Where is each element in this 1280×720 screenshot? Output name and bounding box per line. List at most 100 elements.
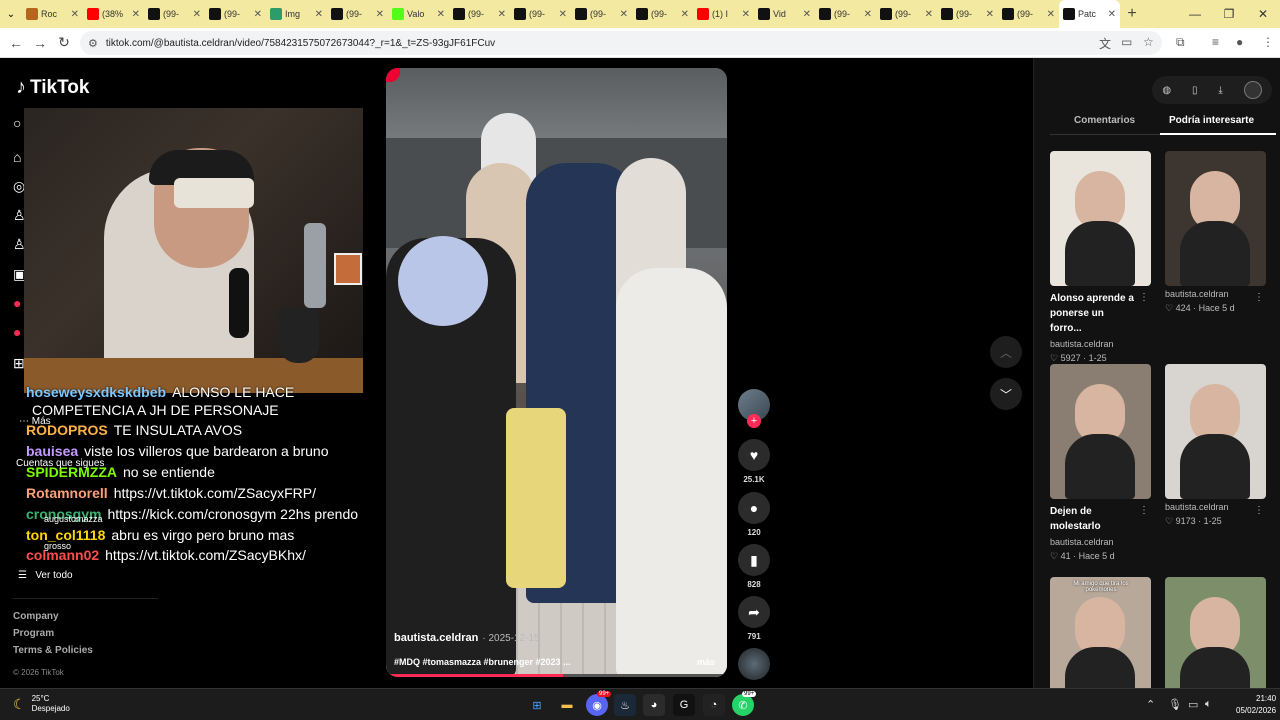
forward-button[interactable]: → — [28, 35, 52, 51]
card-author[interactable]: bautista.celdran — [1165, 502, 1266, 512]
close-window-button[interactable]: ✕ — [1246, 7, 1280, 21]
activity-icon[interactable]: ● — [13, 324, 21, 340]
browser-tab[interactable]: Img ✕ — [266, 0, 327, 28]
tab-search-button[interactable]: ⌄ — [0, 0, 22, 28]
browser-tab[interactable]: (99- ✕ — [998, 0, 1059, 28]
close-tab-icon[interactable]: ✕ — [254, 9, 262, 20]
card-title[interactable]: Dejen de molestarlo — [1050, 504, 1138, 534]
maximize-button[interactable]: ❐ — [1212, 7, 1246, 21]
browser-tab[interactable]: (99- ✕ — [632, 0, 693, 28]
volume-icon[interactable]: 🔈︎ — [1205, 698, 1212, 711]
extensions-icon[interactable]: ⧉ — [1176, 35, 1185, 50]
recommended-video-card[interactable]: Dejen de molestarlo bautista.celdran ♡ 41 … — [1050, 364, 1151, 562]
video-thumbnail[interactable] — [1165, 151, 1266, 286]
like-button[interactable]: ♥ 25.1K — [738, 439, 770, 484]
browser-tab[interactable]: (99- ✕ — [510, 0, 571, 28]
system-clock[interactable]: 21:40 05/02/2026 — [1236, 693, 1276, 717]
home-icon[interactable]: ⌂ — [13, 149, 21, 165]
close-tab-icon[interactable]: ✕ — [1108, 9, 1116, 20]
download-icon[interactable]: ⤓ — [1218, 85, 1222, 96]
user-avatar[interactable] — [1243, 81, 1262, 99]
tray-overflow-icon[interactable]: ⌃ — [1146, 698, 1155, 711]
compass-icon[interactable]: ◍ — [1162, 85, 1171, 96]
video-thumbnail[interactable] — [1050, 151, 1151, 286]
close-tab-icon[interactable]: ✕ — [620, 9, 628, 20]
comment-button[interactable]: ● 120 — [738, 492, 770, 537]
obs-icon[interactable]: ◔ — [703, 694, 725, 716]
bookmark-star-icon[interactable]: ☆ — [1143, 35, 1154, 49]
file-explorer-icon[interactable]: ▬ — [556, 694, 578, 716]
video-progress-bar[interactable] — [386, 674, 727, 677]
reading-list-icon[interactable]: ≡ — [1212, 35, 1219, 49]
recommended-video-card[interactable]: bautista.celdran ♡ 424 · Hace 5 d ⋮ — [1165, 151, 1266, 314]
video-thumbnail[interactable] — [1050, 364, 1151, 499]
save-button[interactable]: ▮ 828 — [738, 544, 770, 589]
upload-icon[interactable]: ⊞ — [13, 355, 25, 372]
browser-tab[interactable]: (99- ✕ — [937, 0, 998, 28]
browser-tab[interactable]: (99- ✕ — [327, 0, 388, 28]
address-bar[interactable]: ⚙ tiktok.com/@bautista.celdran/video/758… — [80, 31, 1162, 55]
video-author-name[interactable]: bautista.celdran — [394, 632, 478, 644]
cast-icon[interactable]: ▭ — [1121, 35, 1132, 49]
reload-button[interactable]: ↻ — [52, 34, 76, 51]
card-author[interactable]: bautista.celdran — [1050, 537, 1151, 547]
card-more-icon[interactable]: ⋮ — [1139, 505, 1149, 516]
microphone-tray-icon[interactable]: 🎙︎ — [1168, 698, 1182, 711]
translate-icon[interactable]: 文 — [1099, 35, 1111, 52]
close-tab-icon[interactable]: ✕ — [925, 9, 933, 20]
browser-tab[interactable]: Patc ✕ — [1059, 0, 1120, 28]
browser-tab[interactable]: (99- ✕ — [205, 0, 266, 28]
share-button[interactable]: ➦ 791 — [738, 596, 770, 641]
recommended-video-card[interactable]: Alonso aprende a ponerse un forro... baut… — [1050, 151, 1151, 364]
follow-plus-button[interactable]: + — [747, 414, 761, 428]
card-more-icon[interactable]: ⋮ — [1254, 292, 1264, 303]
chrome-icon[interactable]: ◕ — [643, 694, 665, 716]
browser-tab[interactable]: (99- ✕ — [449, 0, 510, 28]
browser-tab[interactable]: (99- ✕ — [571, 0, 632, 28]
browser-tab[interactable]: Vid ✕ — [754, 0, 815, 28]
browser-tab[interactable]: (99- ✕ — [144, 0, 205, 28]
browser-tab[interactable]: Roc ✕ — [22, 0, 83, 28]
close-tab-icon[interactable]: ✕ — [681, 9, 689, 20]
see-all-link[interactable]: ☰ Ver todo — [18, 570, 73, 581]
sidebar-account-grosso[interactable]: grosso — [44, 541, 71, 551]
close-tab-icon[interactable]: ✕ — [864, 9, 872, 20]
close-tab-icon[interactable]: ✕ — [132, 9, 140, 20]
music-disc-icon[interactable] — [738, 648, 770, 680]
tiktok-logo[interactable]: ♪ TikTok — [16, 76, 89, 99]
search-icon[interactable]: ○ — [13, 115, 21, 131]
video-more-button[interactable]: más — [697, 657, 715, 667]
device-icon[interactable]: ▯ — [1192, 85, 1198, 96]
card-author[interactable]: bautista.celdran — [1050, 339, 1151, 349]
card-more-icon[interactable]: ⋮ — [1139, 292, 1149, 303]
previous-video-button[interactable]: ︿ — [990, 336, 1022, 368]
card-title[interactable]: Alonso aprende a ponerse un forro... — [1050, 291, 1138, 336]
menu-kebab-icon[interactable]: ⋮ — [1262, 35, 1274, 49]
close-tab-icon[interactable]: ✕ — [986, 9, 994, 20]
app-icon-g[interactable]: G — [673, 694, 695, 716]
new-tab-button[interactable]: + — [1120, 5, 1144, 23]
footer-link-program[interactable]: Program — [13, 628, 93, 639]
close-tab-icon[interactable]: ✕ — [71, 9, 79, 20]
footer-link-company[interactable]: Company — [13, 611, 93, 622]
card-author[interactable]: bautista.celdran — [1165, 289, 1266, 299]
browser-tab[interactable]: (99- ✕ — [876, 0, 937, 28]
discord-icon[interactable]: ◉ — [586, 694, 608, 716]
close-tab-icon[interactable]: ✕ — [1047, 9, 1055, 20]
close-tab-icon[interactable]: ✕ — [376, 9, 384, 20]
start-icon[interactable]: ⊞ — [526, 694, 548, 716]
whatsapp-icon[interactable]: ✆ — [732, 694, 754, 716]
close-tab-icon[interactable]: ✕ — [498, 9, 506, 20]
sidebar-account-augustomazza[interactable]: augustomazza — [44, 514, 103, 524]
browser-tab[interactable]: Valo ✕ — [388, 0, 449, 28]
close-tab-icon[interactable]: ✕ — [193, 9, 201, 20]
footer-link-terms[interactable]: Terms & Policies — [13, 645, 93, 656]
back-button[interactable]: ← — [4, 35, 28, 51]
video-description[interactable]: #MDQ #tomasmazza #brunenger #2023 ... — [394, 657, 571, 667]
recommended-video-card[interactable]: bautista.celdran ♡ 9173 · 1-25 ⋮ — [1165, 364, 1266, 527]
browser-tab[interactable]: (38% ✕ — [83, 0, 144, 28]
weather-widget[interactable]: ☾ 25°C Despejado — [13, 694, 70, 714]
network-icon[interactable]: ▭ — [1188, 698, 1198, 711]
site-info-icon[interactable]: ⚙ — [88, 37, 98, 50]
card-more-icon[interactable]: ⋮ — [1254, 505, 1264, 516]
